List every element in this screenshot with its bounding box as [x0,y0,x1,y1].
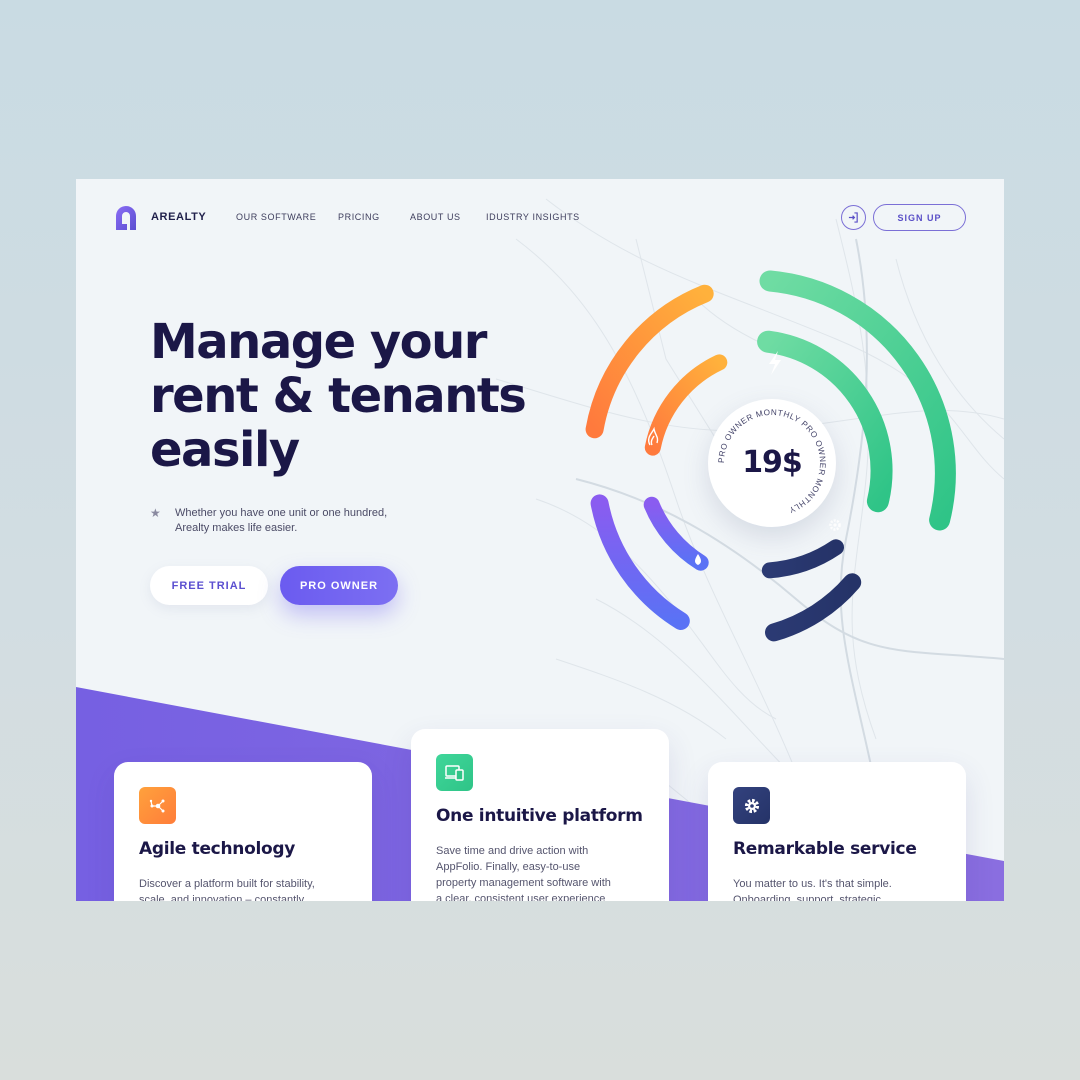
feature-description: Save time and drive action with AppFolio… [436,843,651,901]
feature-title: Agile technology [139,839,296,859]
feature-description-line: AppFolio. Finally, easy-to-use [436,861,581,873]
feature-description-line: Save time and drive action with [436,845,589,857]
feature-title: Remarkable service [733,839,917,859]
feature-card-platform[interactable]: One intuitive platform Save time and dri… [411,729,669,901]
feature-card-service[interactable]: Remarkable service You matter to us. It'… [708,762,966,901]
network-icon [139,787,176,824]
feature-description-line: You matter to us. It's that simple. [733,878,892,890]
landing-page: AREALTY OUR SOFTWARE PRICING ABOUT US ID… [76,179,1004,901]
feature-title: One intuitive platform [436,806,643,826]
feature-description-line: a clear, consistent user experience [436,893,606,901]
feature-description-line: Discover a platform built for stability, [139,878,315,890]
feature-description-line: scale, and innovation – constantly [139,894,305,901]
feature-description-line: Onboarding, support, strategic [733,894,881,901]
feature-description-line: property management software with [436,877,611,889]
feature-description: Discover a platform built for stability,… [139,876,354,901]
gear-icon [733,787,770,824]
feature-description: You matter to us. It's that simple. Onbo… [733,876,948,901]
feature-card-agile[interactable]: Agile technology Discover a platform bui… [114,762,372,901]
devices-icon [436,754,473,791]
